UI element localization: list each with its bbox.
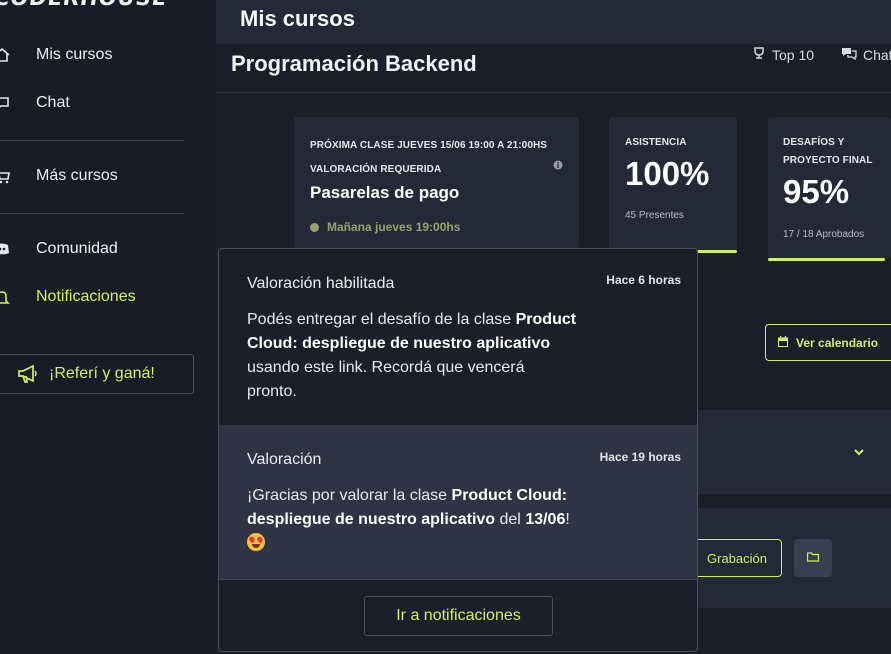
- next-class-topic: Pasarelas de pago: [310, 183, 460, 202]
- sidebar-item-label: Notificaciones: [36, 288, 136, 305]
- rating-required-label: VALORACIÓN REQUERIDA: [310, 164, 442, 175]
- trophy-icon: [752, 46, 766, 63]
- chevron-down-icon: [853, 444, 865, 462]
- challenges-progress: [768, 258, 885, 261]
- next-class-when: Mañana jueves 19:00hs: [310, 220, 460, 234]
- top10-label: Top 10: [772, 46, 815, 63]
- attendance-label: ASISTENCIA: [625, 137, 687, 148]
- home-icon: [0, 46, 11, 64]
- course-title: Programación Backend: [231, 51, 477, 76]
- bell-icon: [0, 288, 11, 306]
- status-dot: [310, 222, 319, 232]
- chat-label: Chat: [863, 46, 891, 63]
- topbar: Mis cursos: [216, 0, 891, 44]
- page-title: Mis cursos: [240, 6, 355, 31]
- popover-footer: Ir a notificaciones: [219, 579, 697, 651]
- megaphone-icon: [17, 364, 39, 389]
- notification-body: Podés entregar el desafío de la clase Pr…: [247, 311, 577, 400]
- folder-icon: [806, 549, 820, 567]
- info-icon[interactable]: [553, 157, 563, 175]
- notification-time: Hace 19 horas: [599, 450, 681, 464]
- next-class-when-label: Mañana jueves 19:00hs: [327, 220, 461, 234]
- chat-bubbles-icon: [841, 46, 857, 63]
- class-date: 13/06: [525, 511, 566, 528]
- refer-label: ¡Referí y ganá!: [49, 365, 155, 382]
- sidebar-item-label: Mis cursos: [36, 46, 113, 63]
- sidebar-item-mis-cursos[interactable]: Mis cursos: [0, 40, 216, 70]
- notification-time: Hace 6 horas: [606, 273, 681, 287]
- discord-icon: [0, 240, 11, 258]
- challenges-label-2: PROYECTO FINAL: [783, 155, 873, 166]
- sidebar-item-label: Chat: [36, 94, 70, 111]
- calendar-icon: [778, 335, 788, 350]
- top10-link[interactable]: Top 10: [752, 46, 814, 63]
- notification-item[interactable]: Valoración Hace 19 horas ¡Gracias por va…: [219, 425, 697, 579]
- sidebar-item-comunidad[interactable]: Comunidad: [0, 234, 216, 264]
- challenges-sub: 17 / 18 Aprobados: [783, 229, 865, 240]
- sidebar-item-mas-cursos[interactable]: Más cursos: [0, 161, 216, 191]
- sidebar: CODERHOUSE Mis cursos Chat Más cursos Co…: [0, 0, 216, 654]
- go-to-notifications-button[interactable]: Ir a notificaciones: [364, 596, 553, 636]
- cart-icon: [0, 167, 11, 185]
- sidebar-item-chat[interactable]: Chat: [0, 88, 216, 118]
- class-accordion[interactable]: [698, 410, 891, 494]
- course-chat-link[interactable]: Chat: [841, 46, 891, 63]
- sidebar-divider: [0, 140, 184, 141]
- calendar-label: Ver calendario: [796, 335, 879, 350]
- attendance-sub: 45 Presentes: [625, 210, 684, 221]
- chat-icon: [0, 94, 11, 112]
- challenges-value: 95%: [783, 173, 850, 210]
- brand-logo: CODERHOUSE: [0, 0, 169, 10]
- folder-button[interactable]: [794, 539, 832, 577]
- attendance-card: ASISTENCIA 100% 45 Presentes: [609, 117, 737, 253]
- recording-button[interactable]: Grabación: [686, 539, 782, 577]
- header-divider: [216, 92, 891, 93]
- refer-button[interactable]: ¡Referí y ganá!: [0, 354, 194, 394]
- next-class-heading: PRÓXIMA CLASE JUEVES 15/06 19:00 A 21:00…: [310, 140, 548, 151]
- next-class-card[interactable]: PRÓXIMA CLASE JUEVES 15/06 19:00 A 21:00…: [294, 117, 579, 249]
- sidebar-item-label: Comunidad: [36, 240, 118, 257]
- notification-item[interactable]: Valoración habilitada Hace 6 horas Podés…: [219, 249, 697, 425]
- star-struck-emoji-icon: [247, 533, 265, 551]
- notification-body: ¡Gracias por valorar la clase Product Cl…: [247, 484, 577, 556]
- challenges-card: DESAFÍOS Y PROYECTO FINAL 95% 17 / 18 Ap…: [768, 117, 891, 261]
- recording-label: Grabación: [707, 550, 767, 566]
- notification-title: Valoración habilitada: [247, 275, 395, 292]
- attendance-value: 100%: [625, 155, 710, 192]
- notifications-popover: Valoración habilitada Hace 6 horas Podés…: [218, 248, 698, 652]
- sidebar-item-label: Más cursos: [36, 167, 118, 184]
- calendar-button[interactable]: Ver calendario: [765, 324, 891, 361]
- sidebar-divider: [0, 213, 184, 214]
- sidebar-item-notificaciones[interactable]: Notificaciones: [0, 282, 216, 312]
- notification-title: Valoración: [247, 451, 322, 468]
- challenges-label-1: DESAFÍOS Y: [783, 137, 845, 148]
